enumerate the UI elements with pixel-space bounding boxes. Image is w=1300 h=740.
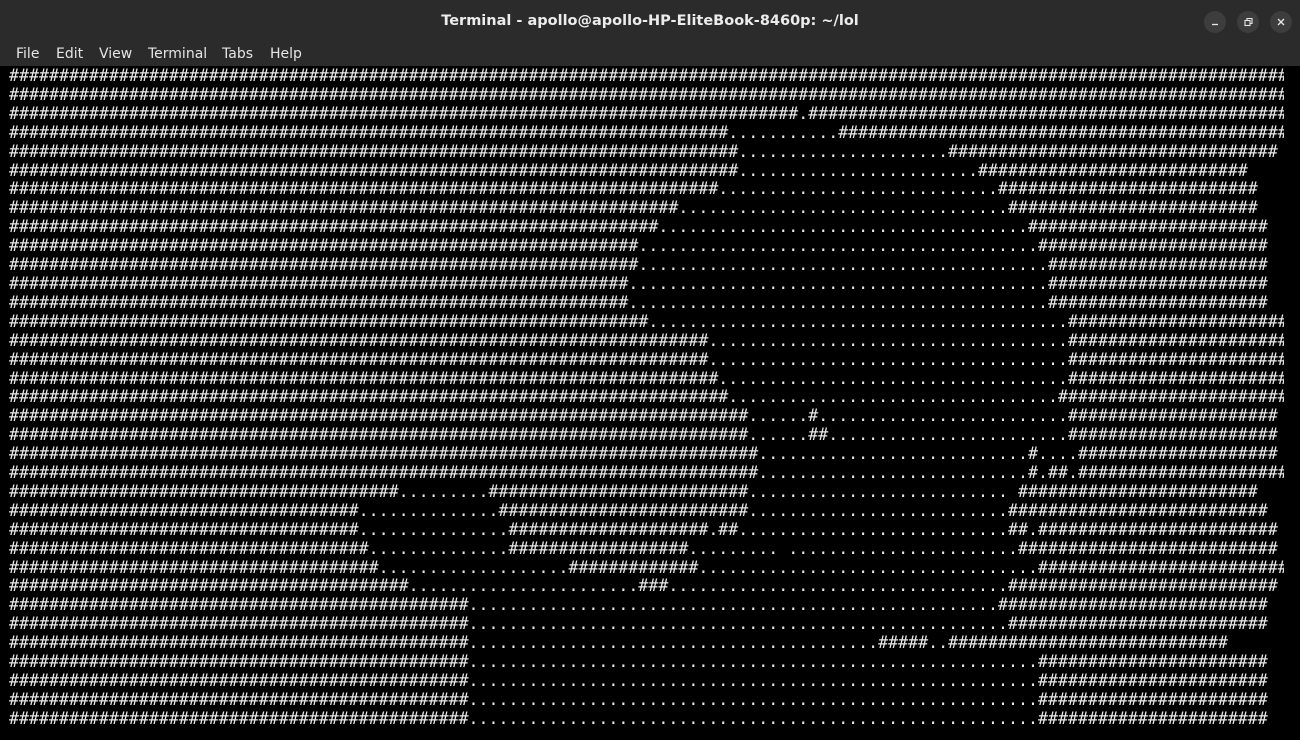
terminal-line: ########################################… — [9, 236, 1268, 256]
scrollbar[interactable] — [1290, 66, 1300, 740]
minimize-icon — [1212, 23, 1218, 26]
terminal-text: ########################################… — [9, 67, 1284, 729]
menu-help[interactable]: Help — [262, 42, 310, 66]
minimize-button[interactable] — [1204, 11, 1226, 33]
terminal-line: ########################################… — [9, 595, 1268, 615]
terminal-line: ###################################.....… — [9, 500, 1268, 520]
terminal-line: #####################################...… — [9, 557, 1284, 577]
terminal-window: Terminal - apollo@apollo-HP-EliteBook-84… — [0, 0, 1300, 740]
terminal-line: ########################################… — [9, 387, 1284, 407]
terminal-line: ########################################… — [9, 67, 1284, 85]
terminal-line: ########################################… — [9, 652, 1268, 672]
menu-tabs[interactable]: Tabs — [214, 42, 261, 66]
terminal-line: ########################################… — [9, 576, 1278, 596]
menu-bar: File Edit View Terminal Tabs Help — [0, 42, 1300, 66]
terminal-line: ########################################… — [9, 425, 1278, 445]
terminal-line: ########################################… — [9, 311, 1284, 331]
terminal-line: ########################################… — [9, 198, 1258, 218]
menu-edit[interactable]: Edit — [48, 42, 91, 66]
close-icon — [1277, 18, 1285, 26]
window-title: Terminal - apollo@apollo-HP-EliteBook-84… — [441, 13, 859, 29]
menu-terminal[interactable]: Terminal — [140, 42, 215, 66]
terminal-line: ####################################....… — [9, 538, 1278, 558]
terminal-line: ###################################.....… — [9, 519, 1278, 539]
terminal-line: ########################################… — [9, 368, 1284, 388]
terminal-line: #######################################.… — [9, 481, 1258, 501]
terminal-line: ########################################… — [9, 708, 1268, 728]
menu-view[interactable]: View — [91, 42, 140, 66]
terminal-line: ########################################… — [9, 671, 1268, 690]
terminal-output[interactable]: ########################################… — [0, 66, 1300, 740]
terminal-line: ########################################… — [9, 689, 1268, 709]
terminal-line: ########################################… — [9, 273, 1268, 293]
terminal-line: ########################################… — [9, 179, 1258, 199]
terminal-line: ########################################… — [9, 141, 1278, 161]
close-button[interactable] — [1270, 11, 1292, 33]
title-bar[interactable]: Terminal - apollo@apollo-HP-EliteBook-84… — [0, 0, 1300, 43]
terminal-line: ########################################… — [9, 614, 1268, 634]
terminal-line: ########################################… — [9, 255, 1268, 275]
terminal-line: ########################################… — [9, 160, 1248, 180]
terminal-line: ########################################… — [9, 84, 1284, 104]
terminal-line: ########################################… — [9, 444, 1278, 464]
maximize-button[interactable] — [1237, 11, 1259, 33]
terminal-line: ########################################… — [9, 122, 1284, 142]
terminal-line: ########################################… — [9, 217, 1268, 237]
terminal-line: ########################################… — [9, 633, 1228, 653]
menu-file[interactable]: File — [8, 42, 47, 66]
terminal-line: ########################################… — [9, 463, 1284, 483]
terminal-line: ########################################… — [9, 103, 1284, 123]
terminal-line: ########################################… — [9, 406, 1278, 426]
terminal-line: ########################################… — [9, 349, 1284, 369]
restore-icon — [1244, 17, 1253, 27]
terminal-line: ########################################… — [9, 330, 1284, 350]
terminal-line: ########################################… — [9, 292, 1268, 312]
